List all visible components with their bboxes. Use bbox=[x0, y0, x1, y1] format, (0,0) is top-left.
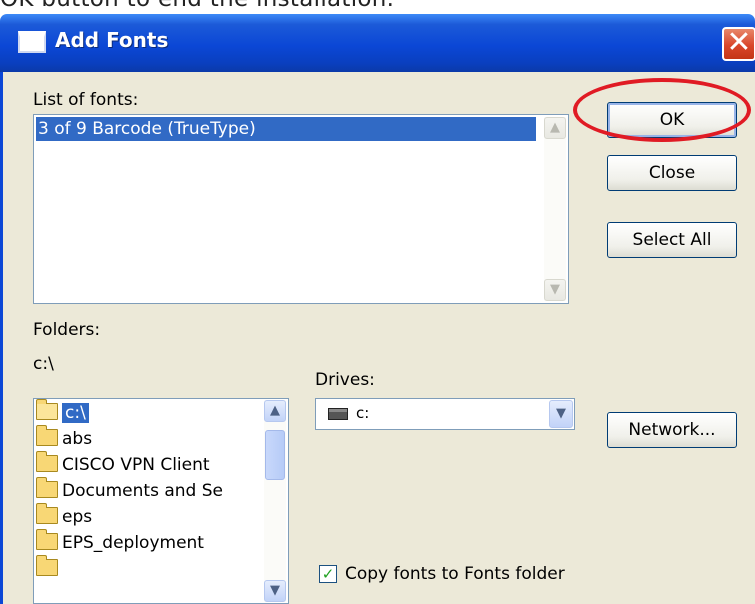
scroll-down-button[interactable]: ▼ bbox=[264, 580, 286, 602]
list-of-fonts-label: List of fonts: bbox=[33, 90, 139, 110]
folder-icon bbox=[36, 555, 58, 576]
scroll-up-button[interactable]: ▲ bbox=[544, 117, 566, 139]
instruction-caption: OK button to end the installation. bbox=[0, 0, 755, 12]
folder-icon bbox=[36, 529, 58, 550]
title-bar[interactable]: Add Fonts ✕ bbox=[0, 14, 755, 72]
folder-item[interactable]: EPS_deployment bbox=[36, 529, 204, 556]
folders-scrollbar[interactable]: ▲ ▼ bbox=[264, 400, 286, 602]
fonts-scrollbar[interactable]: ▲ ▼ bbox=[544, 117, 566, 301]
copy-fonts-checkbox[interactable]: ✓ bbox=[319, 565, 337, 583]
dialog-body: List of fonts: 3 of 9 Barcode (TrueType)… bbox=[0, 72, 755, 604]
folder-icon bbox=[36, 477, 58, 498]
scroll-down-button[interactable]: ▼ bbox=[544, 279, 566, 301]
folder-item-root[interactable]: c:\ bbox=[36, 399, 89, 426]
folder-icon bbox=[36, 425, 58, 446]
add-fonts-dialog: Add Fonts ✕ List of fonts: 3 of 9 Barcod… bbox=[0, 14, 755, 604]
scroll-thumb[interactable] bbox=[265, 430, 285, 480]
folder-item[interactable]: CISCO VPN Client bbox=[36, 451, 210, 478]
drives-dropdown[interactable]: c: ▼ bbox=[315, 398, 575, 430]
font-list-item[interactable]: 3 of 9 Barcode (TrueType) bbox=[36, 117, 536, 141]
fonts-listbox[interactable]: 3 of 9 Barcode (TrueType) ▲ ▼ bbox=[33, 114, 569, 304]
folder-item[interactable]: abs bbox=[36, 425, 92, 452]
select-all-button[interactable]: Select All bbox=[607, 222, 737, 258]
scroll-up-button[interactable]: ▲ bbox=[264, 400, 286, 422]
hard-drive-icon bbox=[328, 408, 348, 420]
folder-item[interactable]: Documents and Se bbox=[36, 477, 223, 504]
copy-fonts-label: Copy fonts to Fonts folder bbox=[345, 564, 565, 584]
checkmark-icon: ✓ bbox=[321, 565, 335, 583]
window-icon bbox=[18, 31, 46, 53]
folder-icon bbox=[36, 503, 58, 524]
drives-label: Drives: bbox=[315, 370, 375, 390]
folders-label: Folders: bbox=[33, 320, 101, 340]
chevron-down-icon[interactable]: ▼ bbox=[549, 400, 573, 428]
folders-listbox[interactable]: c:\ abs CISCO VPN Client Documents and S… bbox=[33, 398, 289, 604]
network-button[interactable]: Network... bbox=[607, 412, 737, 448]
folder-item[interactable]: eps bbox=[36, 503, 92, 530]
open-folder-icon bbox=[36, 399, 58, 420]
ok-button[interactable]: OK bbox=[607, 102, 737, 138]
folder-item[interactable] bbox=[36, 555, 62, 582]
current-folder-path: c:\ bbox=[33, 354, 54, 374]
drive-value: c: bbox=[356, 404, 370, 422]
close-icon: ✕ bbox=[726, 25, 752, 60]
close-button[interactable]: Close bbox=[607, 155, 737, 191]
dialog-title: Add Fonts bbox=[55, 28, 169, 52]
close-window-button[interactable]: ✕ bbox=[722, 27, 755, 61]
folder-icon bbox=[36, 451, 58, 472]
